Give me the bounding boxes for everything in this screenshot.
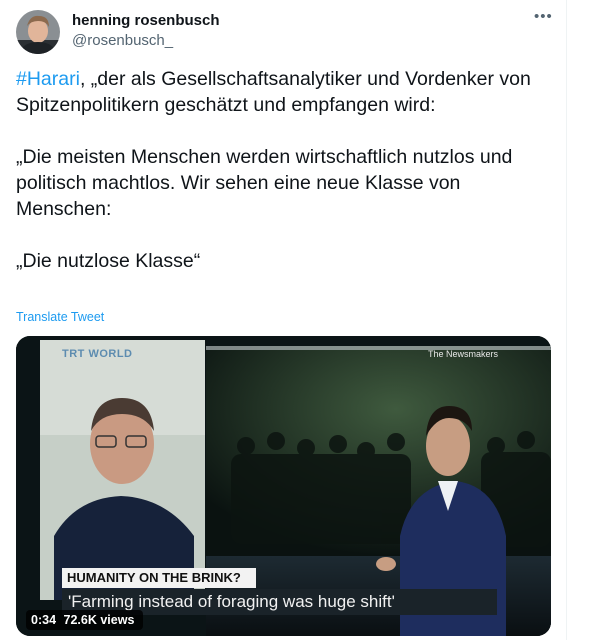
column-divider — [566, 0, 567, 640]
tweet-paragraph-3: „Die nutzlose Klasse“ — [16, 250, 201, 272]
translate-tweet-link[interactable]: Translate Tweet — [16, 310, 104, 324]
hashtag-link[interactable]: #Harari — [16, 68, 80, 90]
video-meta-badge: 0:34 72.6K views — [26, 610, 144, 630]
video-player[interactable]: TRT WORLD The Newsmakers HUMANITY ON THE… — [16, 336, 551, 636]
author-handle[interactable]: @rosenbusch_ — [72, 32, 173, 49]
avatar[interactable] — [16, 10, 60, 54]
video-duration: 0:34 — [31, 613, 57, 627]
show-name: The Newsmakers — [428, 349, 499, 359]
lower-third-title: HUMANITY ON THE BRINK? — [62, 568, 256, 588]
tweet-text: #Harari, „der als Gesellschaftsanalytike… — [16, 66, 551, 300]
author-name[interactable]: henning rosenbusch — [72, 12, 220, 29]
tweet-paragraph-1: #Harari, „der als Gesellschaftsanalytike… — [16, 66, 551, 118]
tweet-paragraph-2: „Die meisten Menschen werden wirtschaftl… — [16, 146, 513, 220]
tweet-paragraph-1-text: , „der als Gesellschaftsanalytiker und V… — [16, 68, 531, 116]
channel-logo: TRT WORLD — [62, 348, 133, 360]
video-views: 72.6K views — [63, 613, 135, 627]
tweet: henning rosenbusch @rosenbusch_ ••• #Har… — [0, 0, 566, 640]
more-icon[interactable]: ••• — [534, 8, 553, 25]
